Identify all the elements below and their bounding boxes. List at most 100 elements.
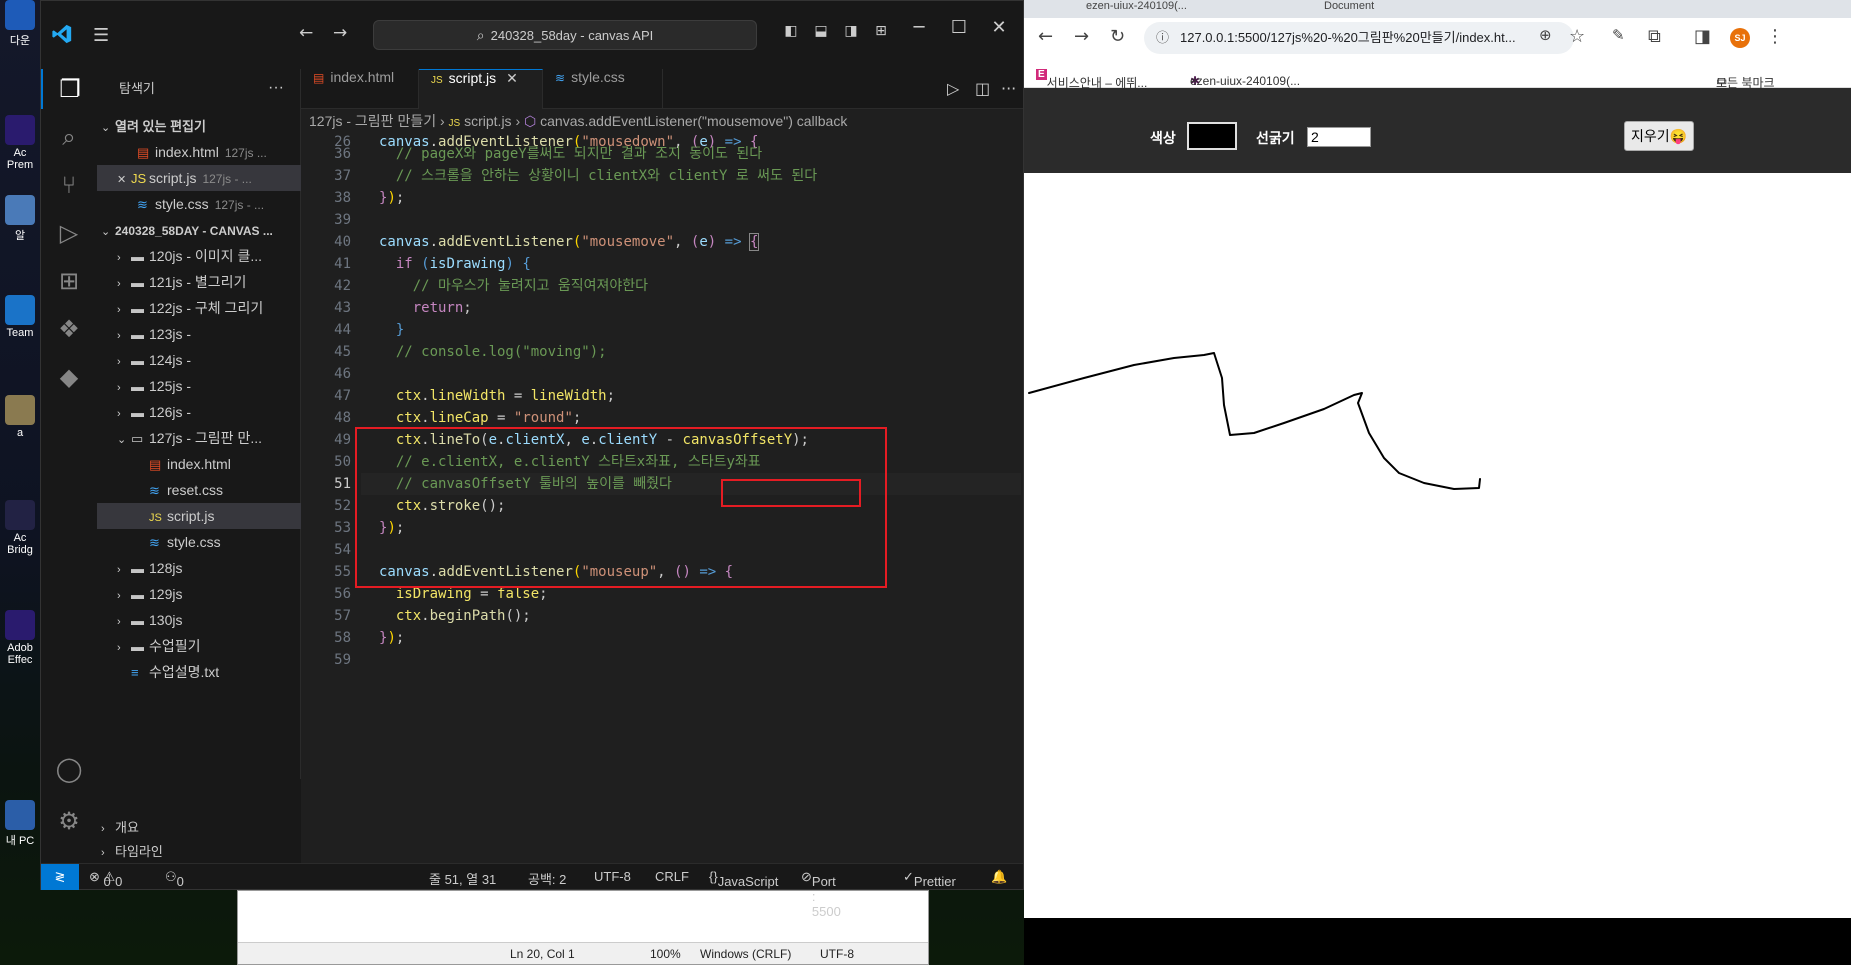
outline-header[interactable]: › 개요	[97, 815, 301, 841]
remote-indicator-icon[interactable]: ≷	[41, 864, 79, 890]
end-of-line[interactable]: CRLF	[655, 869, 689, 884]
workspace-header[interactable]: ⌄ 240328_58DAY - CANVAS ...	[97, 217, 301, 243]
bookmark-item[interactable]: E 서비스안내 – 에뛰...	[1036, 66, 1147, 90]
browser-tab-1[interactable]: ezen-uiux-240109(...	[1086, 0, 1187, 12]
desktop-icon-7[interactable]: 내 PC	[0, 800, 40, 848]
ports-indicator[interactable]: ⚇ 0	[165, 869, 184, 889]
menu-kebab-icon[interactable]: ⋮	[1766, 26, 1784, 47]
drawing-canvas[interactable]	[1024, 173, 1851, 918]
command-center[interactable]: ⌕ 240328_58day - canvas API	[373, 20, 757, 50]
line-width-input[interactable]: 2	[1307, 127, 1371, 147]
desktop-icon-3[interactable]: Team	[0, 295, 40, 339]
extensions-icon[interactable]: ⊞	[41, 261, 97, 301]
extension-icon[interactable]: ✎	[1612, 26, 1625, 44]
breadcrumb-folder[interactable]: 127js - 그림판 만들기	[309, 113, 436, 129]
tree-folder[interactable]: › ▬ 122js - 구체 그리기	[97, 295, 301, 321]
tree-folder[interactable]: › ▬ 125js -	[97, 373, 301, 399]
tree-folder[interactable]: › ▬ 128js	[97, 555, 301, 581]
maximize-icon[interactable]: ☐	[939, 17, 979, 38]
run-debug-icon[interactable]: ▷	[41, 213, 97, 253]
tree-folder[interactable]: › ▬ 121js - 별그리기	[97, 269, 301, 295]
breadcrumb-file[interactable]: script.js	[464, 113, 511, 129]
open-editor-style-css[interactable]: ≋ style.css 127js - ...	[97, 191, 301, 217]
tree-file[interactable]: ≋ reset.css	[97, 477, 301, 503]
encoding[interactable]: UTF-8	[594, 869, 631, 884]
zoom-icon[interactable]: ⊕	[1539, 26, 1552, 44]
notepad-statusbar: Ln 20, Col 1 100% Windows (CRLF) UTF-8	[238, 942, 928, 964]
tree-folder[interactable]: › ▬ 120js - 이미지 클...	[97, 243, 301, 269]
tree-folder[interactable]: › ▬ 126js -	[97, 399, 301, 425]
back-arrow-icon[interactable]: ←	[1038, 26, 1053, 47]
timeline-header[interactable]: › 타임라인	[97, 839, 301, 865]
customize-layout-icon[interactable]: ⊞	[871, 23, 891, 43]
close-window-icon[interactable]: ✕	[979, 17, 1019, 38]
tree-folder[interactable]: › ▬ 수업필기	[97, 633, 301, 659]
browser-tab-2[interactable]: Document	[1324, 0, 1374, 12]
tree-folder[interactable]: › ▬ 124js -	[97, 347, 301, 373]
bookmark-star-icon[interactable]: ☆	[1569, 26, 1585, 47]
tree-folder[interactable]: › ▬ 123js -	[97, 321, 301, 347]
close-icon[interactable]: ✕	[117, 167, 131, 191]
source-control-icon[interactable]: ⑂	[41, 165, 97, 205]
breadcrumb-symbol[interactable]: canvas.addEventListener("mousemove") cal…	[540, 113, 847, 129]
forward-arrow-icon[interactable]: →	[333, 23, 347, 43]
color-picker[interactable]	[1187, 122, 1237, 150]
explorer-icon[interactable]: ❐	[41, 69, 97, 109]
forward-arrow-icon[interactable]: →	[1074, 26, 1089, 47]
side-panel-icon[interactable]: ◨	[1694, 26, 1711, 47]
reload-icon[interactable]: ↻	[1110, 26, 1125, 47]
desktop-icon-1[interactable]: Ac Prem	[0, 115, 40, 171]
drawing-toolbar: 색상 선굵기 2 지우기😝	[1024, 88, 1851, 173]
desktop-icon-6[interactable]: Adob Effec	[0, 610, 40, 666]
desktop-icon-label: 내 PC	[5, 835, 35, 847]
desktop-icon-2[interactable]: 알	[0, 195, 40, 243]
tree-file[interactable]: ≋ style.css	[97, 529, 301, 555]
tree-file-selected[interactable]: JS script.js	[97, 503, 301, 529]
settings-gear-icon[interactable]: ⚙	[41, 801, 97, 841]
address-bar[interactable]: ⓘ 127.0.0.1:5500/127js%20-%20그림판%20만들기/i…	[1144, 22, 1574, 54]
indentation[interactable]: 공백: 2	[528, 869, 566, 888]
menu-icon[interactable]: ☰	[93, 25, 109, 46]
account-icon[interactable]: ◯	[41, 749, 97, 789]
extensions-puzzle-icon[interactable]: ⧉	[1648, 26, 1661, 47]
tab-script-js[interactable]: JS script.js ✕	[419, 69, 543, 109]
erase-button[interactable]: 지우기😝	[1624, 121, 1694, 151]
toggle-sidebar-icon[interactable]: ◧	[781, 23, 801, 43]
tab-index-html[interactable]: ▤ index.html	[301, 69, 419, 109]
split-editor-icon[interactable]: ◫	[975, 79, 990, 98]
notifications-bell-icon[interactable]: 🔔	[991, 869, 1007, 885]
run-icon[interactable]: ▷	[947, 79, 959, 98]
tree-folder[interactable]: › ▬ 129js	[97, 581, 301, 607]
site-info-icon[interactable]: ⓘ	[1156, 22, 1169, 54]
bookmark-favicon-icon: E	[1036, 69, 1047, 80]
search-icon[interactable]: ⌕	[41, 117, 97, 157]
back-arrow-icon[interactable]: ←	[299, 23, 313, 43]
remote-explorer-icon[interactable]: ◆	[41, 357, 97, 397]
live-server-port[interactable]: ⊘ Port : 5500	[801, 869, 841, 919]
prettier-status[interactable]: ✓ Prettier	[903, 869, 956, 889]
minimize-icon[interactable]: ─	[899, 17, 939, 38]
tree-file[interactable]: ▤ index.html	[97, 451, 301, 477]
line-number: 37	[334, 168, 351, 184]
tree-file[interactable]: ≡ 수업설명.txt	[97, 659, 301, 685]
problems-indicator[interactable]: ⊗ 0 ⚠ 0	[89, 869, 122, 889]
open-editor-script-js[interactable]: ✕ JS script.js 127js - ...	[97, 165, 301, 191]
desktop-icon-0[interactable]: 다운	[0, 0, 40, 48]
highlight-box-mousemove-body	[355, 427, 887, 588]
close-icon[interactable]: ✕	[506, 70, 518, 86]
more-actions-icon[interactable]: ···	[268, 79, 284, 97]
tab-style-css[interactable]: ≋ style.css	[543, 69, 663, 109]
toggle-panel-icon[interactable]: ⬓	[811, 23, 831, 43]
tree-folder[interactable]: › ▬ 130js	[97, 607, 301, 633]
tree-folder-open[interactable]: ⌄ ▭ 127js - 그림판 만...	[97, 425, 301, 451]
more-actions-icon[interactable]: ···	[1001, 79, 1016, 98]
language-mode[interactable]: {} JavaScript	[709, 869, 778, 889]
toggle-secondary-sidebar-icon[interactable]: ◨	[841, 23, 861, 43]
open-editors-header[interactable]: ⌄ 열려 있는 편집기	[97, 113, 301, 139]
desktop-icon-5[interactable]: Ac Bridg	[0, 500, 40, 556]
cursor-position[interactable]: 줄 51, 열 31	[429, 869, 496, 888]
open-editor-index-html[interactable]: ▤ index.html 127js ...	[97, 139, 301, 165]
profile-avatar[interactable]: SJ	[1730, 28, 1750, 48]
figma-icon[interactable]: ❖	[41, 309, 97, 349]
desktop-icon-4[interactable]: a	[0, 395, 40, 439]
